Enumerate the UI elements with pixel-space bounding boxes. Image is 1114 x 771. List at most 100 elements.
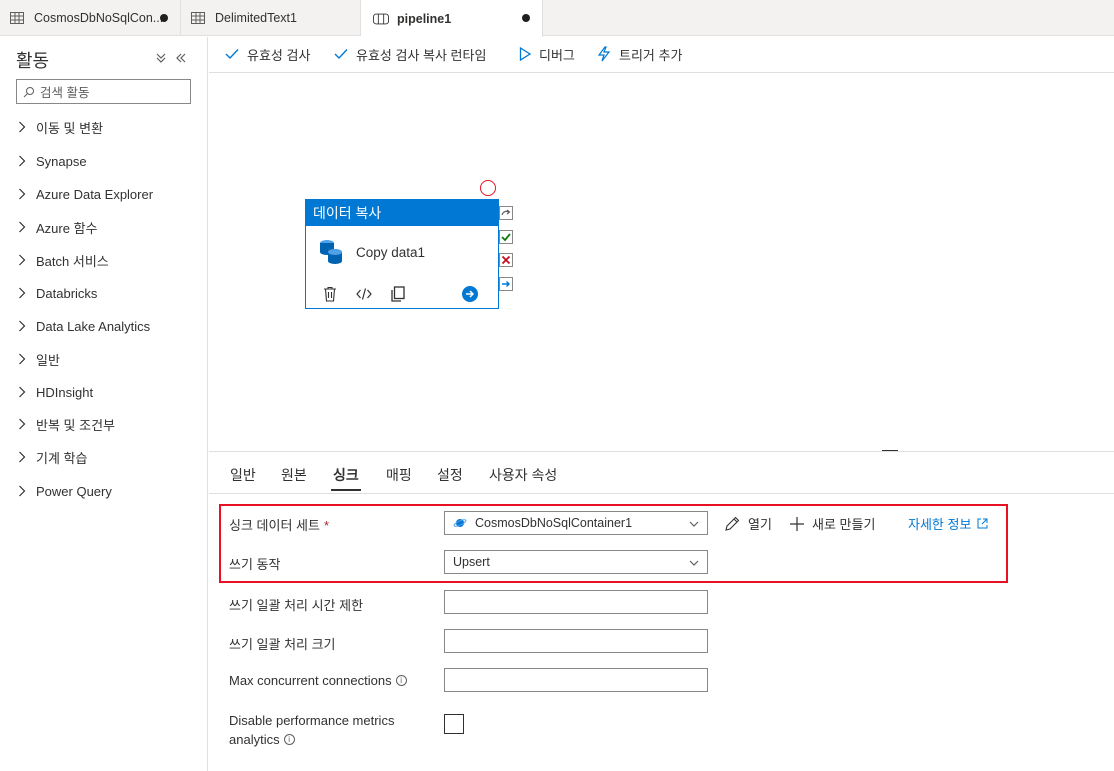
activity-category-7[interactable]: 일반 (18, 348, 60, 370)
sink-dataset-label: 싱크 데이터 세트 * (229, 515, 329, 534)
required-mark: * (323, 518, 330, 533)
category-label: Power Query (36, 483, 112, 499)
debug-button[interactable]: 디버그 (519, 37, 575, 71)
validate-copy-runtime-label: 유효성 검사 복사 런타임 (356, 47, 487, 63)
tab-label: pipeline1 (397, 11, 452, 26)
info-icon[interactable]: i (395, 675, 407, 686)
tab-settings[interactable]: 설정 (437, 465, 463, 485)
chevron-right-icon (18, 320, 32, 332)
collapse-pane-icon[interactable] (175, 51, 187, 67)
validation-error-indicator[interactable] (480, 180, 496, 196)
plus-icon (790, 516, 804, 531)
open-dataset-button[interactable]: 열기 (724, 514, 772, 533)
chevron-right-icon (18, 188, 32, 200)
checkmark-icon (334, 49, 348, 60)
add-trigger-button[interactable]: 트리거 추가 (597, 37, 682, 71)
write-batch-size-label: 쓰기 일괄 처리 크기 (229, 637, 336, 652)
clone-icon[interactable] (391, 286, 405, 305)
max-concurrent-connections-label: Max concurrent connections i (229, 673, 407, 688)
activity-category-9[interactable]: 반복 및 조건부 (18, 413, 115, 435)
skip-output-icon[interactable] (499, 206, 513, 220)
activity-category-2[interactable]: Azure Data Explorer (18, 183, 153, 205)
open-label: 열기 (748, 517, 772, 532)
info-icon[interactable]: i (283, 734, 295, 745)
completion-output-icon[interactable] (499, 277, 513, 291)
tab-mapping[interactable]: 매핑 (386, 465, 412, 485)
sink-dataset-value: CosmosDbNoSqlContainer1 (475, 516, 633, 530)
collapse-all-icon[interactable] (155, 51, 167, 67)
sink-dataset-select[interactable]: CosmosDbNoSqlContainer1 (444, 511, 708, 535)
write-batch-timeout-input[interactable] (444, 590, 708, 614)
activities-title: 활동 (16, 51, 50, 71)
pencil-icon (725, 516, 740, 531)
max-concurrent-connections-input[interactable] (444, 668, 708, 692)
pipeline-canvas[interactable]: 데이터 복사 Copy data1 (209, 74, 1114, 450)
delete-icon[interactable] (323, 286, 337, 305)
external-link-icon (977, 518, 988, 529)
unsaved-indicator (160, 14, 168, 22)
failure-output-icon[interactable] (499, 253, 513, 267)
document-tab-bar: CosmosDbNoSqlCon... DelimitedText1 pipel… (0, 0, 1114, 37)
new-dataset-button[interactable]: 새로 만들기 (790, 514, 875, 533)
disable-metrics-label-line1: Disable performance metrics (229, 713, 395, 728)
tab-source[interactable]: 원본 (281, 465, 307, 485)
disable-metrics-checkbox[interactable] (444, 714, 464, 734)
chevron-right-icon (18, 386, 32, 398)
write-behavior-select[interactable]: Upsert (444, 550, 708, 574)
search-activities-input[interactable]: 검색 활동 (16, 79, 191, 104)
cosmosdb-icon (453, 517, 467, 529)
navigate-arrow-icon[interactable] (462, 286, 478, 305)
lightning-icon (597, 46, 611, 62)
new-label: 새로 만들기 (812, 517, 876, 532)
pipeline-toolbar: 유효성 검사 유효성 검사 복사 런타임 디버그 트리거 추가 (209, 37, 1114, 73)
tab-label: DelimitedText1 (215, 11, 297, 25)
pipeline-icon (373, 11, 389, 27)
tab-delimitedtext1[interactable]: DelimitedText1 (181, 0, 361, 36)
activity-category-1[interactable]: Synapse (18, 150, 87, 172)
write-batch-size-input[interactable] (444, 629, 708, 653)
code-icon[interactable] (356, 287, 372, 304)
category-label: 반복 및 조건부 (36, 417, 115, 433)
category-label: 이동 및 변환 (36, 120, 104, 136)
chevron-down-icon (689, 518, 699, 532)
category-label: Databricks (36, 285, 98, 301)
chevron-right-icon (18, 418, 32, 430)
copy-data-activity[interactable]: 데이터 복사 Copy data1 (305, 199, 499, 309)
chevron-right-icon (18, 254, 32, 266)
play-icon (519, 47, 531, 61)
tab-sink[interactable]: 싱크 (333, 465, 359, 485)
activity-category-10[interactable]: 기계 학습 (18, 446, 87, 468)
tab-user-properties[interactable]: 사용자 속성 (489, 465, 557, 485)
validate-copy-runtime-button[interactable]: 유효성 검사 복사 런타임 (334, 37, 486, 71)
table-icon (10, 10, 26, 26)
debug-label: 디버그 (539, 47, 575, 63)
tabs-divider (209, 493, 1114, 494)
chevron-right-icon (18, 451, 32, 463)
activity-category-3[interactable]: Azure 함수 (18, 216, 98, 238)
chevron-right-icon (18, 353, 32, 365)
write-behavior-label: 쓰기 동작 (229, 557, 281, 572)
activity-category-4[interactable]: Batch 서비스 (18, 249, 109, 271)
chevron-right-icon (18, 155, 32, 167)
sink-dataset-label-text: 싱크 데이터 세트 (229, 518, 320, 533)
max-conn-label-text: Max concurrent connections (229, 673, 392, 688)
learn-more-link[interactable]: 자세한 정보 (908, 514, 988, 533)
category-label: Batch 서비스 (36, 253, 109, 269)
activity-category-5[interactable]: Databricks (18, 282, 97, 304)
add-trigger-label: 트리거 추가 (619, 47, 683, 63)
tab-cosmosdb-dataset[interactable]: CosmosDbNoSqlCon... (0, 0, 181, 36)
activity-category-11[interactable]: Power Query (18, 480, 112, 502)
tab-general[interactable]: 일반 (230, 465, 256, 485)
tab-pipeline1[interactable]: pipeline1 (361, 0, 543, 37)
success-output-icon[interactable] (499, 230, 513, 244)
activity-name: Copy data1 (356, 244, 426, 260)
search-icon (23, 86, 34, 97)
activities-pane: 활동 검색 활동 이동 및 변환 Synapse Azure Data Explor… (0, 37, 208, 771)
activity-category-6[interactable]: Data Lake Analytics (18, 315, 150, 337)
category-label: Data Lake Analytics (36, 318, 151, 334)
activity-category-8[interactable]: HDInsight (18, 381, 93, 403)
validate-button[interactable]: 유효성 검사 (225, 37, 310, 71)
validate-label: 유효성 검사 (247, 47, 311, 63)
chevron-right-icon (18, 485, 32, 497)
activity-category-0[interactable]: 이동 및 변환 (18, 116, 103, 138)
